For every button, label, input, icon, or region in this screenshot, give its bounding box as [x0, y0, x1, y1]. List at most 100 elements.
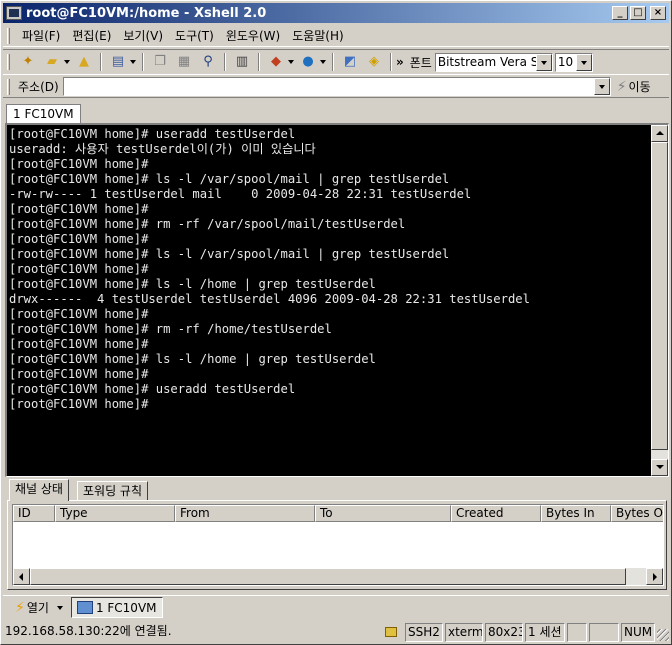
menu-window[interactable]: 윈도우(W) [220, 27, 286, 44]
taskbar-session-fc10vm[interactable]: 1 FC10VM [70, 597, 163, 618]
find-icon: ⚲ [203, 54, 213, 69]
font-size-value: 10 [557, 55, 574, 69]
chevron-down-icon [320, 60, 326, 64]
globe-button[interactable]: ● [298, 53, 326, 71]
terminal-vertical-scrollbar[interactable] [651, 125, 668, 476]
column-to[interactable]: To [315, 505, 451, 522]
transfer-button[interactable]: ◆ [266, 53, 294, 71]
monitor-icon [76, 601, 93, 614]
maximize-button[interactable]: □ [630, 6, 646, 20]
compose-icon: ◩ [343, 54, 357, 69]
column-created[interactable]: Created [451, 505, 541, 522]
scroll-left-button[interactable] [13, 568, 30, 585]
terminal-area[interactable]: [root@FC10VM home]# useradd testUserdel u… [5, 123, 669, 477]
terminal-line: [root@FC10VM home]# [9, 397, 149, 411]
list-header: ID Type From To Created Bytes In Bytes O [13, 505, 663, 522]
scroll-down-button[interactable] [651, 459, 668, 476]
column-type[interactable]: Type [55, 505, 175, 522]
scroll-thumb[interactable] [651, 142, 668, 450]
terminal-line: [root@FC10VM home]# ls -l /home | grep t… [9, 352, 376, 366]
properties-button[interactable]: ▤ [108, 53, 136, 71]
transfer-icon: ◆ [271, 54, 281, 69]
print-icon: ▥ [235, 54, 249, 69]
scroll-up-button[interactable] [651, 125, 668, 142]
reconnect-button[interactable]: ▲ [74, 53, 94, 71]
scroll-right-button[interactable] [646, 568, 663, 585]
address-label: 주소(D) [18, 80, 59, 94]
address-bar: 주소(D) ⚡ 이동 [3, 76, 669, 98]
column-from[interactable]: From [175, 505, 315, 522]
go-label: 이동 [628, 80, 651, 94]
chevron-down-icon[interactable] [535, 53, 552, 71]
list-horizontal-scrollbar[interactable] [13, 568, 663, 585]
font-name-value: Bitstream Vera S: [437, 55, 536, 69]
compose-button[interactable]: ◩ [340, 53, 360, 71]
title-bar[interactable]: root@FC10VM:/home - Xshell 2.0 _ □ × [3, 3, 669, 23]
find-button[interactable]: ⚲ [198, 53, 218, 71]
new-session-button[interactable]: ✦ [18, 53, 38, 71]
menu-tools[interactable]: 도구(T) [169, 27, 220, 44]
open-folder-icon: ▰ [47, 54, 57, 69]
globe-icon: ● [302, 54, 314, 69]
menu-file[interactable]: 파일(F) [16, 27, 66, 44]
key-button[interactable]: ◈ [364, 53, 384, 71]
copy-button[interactable]: ❐ [150, 53, 170, 71]
terminal-line: [root@FC10VM home]# rm -rf /var/spool/ma… [9, 217, 406, 231]
terminal-line: [root@FC10VM home]# ls -l /home | grep t… [9, 277, 376, 291]
lock-indicator [383, 623, 403, 642]
open-session-button[interactable]: ⚡ 열기 [15, 599, 63, 616]
chevron-down-icon [288, 60, 294, 64]
toolbar-separator [142, 53, 144, 71]
copy-icon: ❐ [154, 54, 166, 69]
xshell-window: root@FC10VM:/home - Xshell 2.0 _ □ × 파일(… [0, 0, 672, 645]
chevron-down-icon[interactable] [575, 53, 592, 71]
channel-panel: 채널 상태 포워딩 규칙 ID Type From To Created Byt… [5, 479, 669, 591]
menu-view[interactable]: 보기(V) [117, 27, 169, 44]
channel-list[interactable]: ID Type From To Created Bytes In Bytes O [12, 504, 664, 586]
tab-channel-status[interactable]: 채널 상태 [9, 479, 69, 501]
terminal-line: [root@FC10VM home]# [9, 367, 149, 381]
window-title: root@FC10VM:/home - Xshell 2.0 [26, 5, 267, 21]
terminal-line: [root@FC10VM home]# [9, 157, 149, 171]
go-button[interactable]: ⚡ 이동 [617, 78, 651, 95]
open-button[interactable]: ▰ [42, 53, 70, 71]
toolbar-grip[interactable] [7, 54, 10, 70]
print-button[interactable]: ▥ [232, 53, 252, 71]
terminal-output[interactable]: [root@FC10VM home]# useradd testUserdel u… [9, 127, 649, 412]
terminal-line: drwx------ 4 testUserdel testUserdel 409… [9, 292, 530, 306]
properties-icon: ▤ [111, 54, 125, 69]
close-button[interactable]: × [650, 6, 666, 20]
column-bytes-out[interactable]: Bytes O [611, 505, 663, 522]
taskbar-session-label: 1 FC10VM [95, 600, 157, 615]
status-bar: 192.168.58.130:22에 연결됨. SSH2 xterm 80x23… [3, 621, 669, 643]
column-id[interactable]: ID [13, 505, 55, 522]
column-bytes-in[interactable]: Bytes In [541, 505, 611, 522]
status-terminal-size: 80x23 [485, 622, 523, 642]
chevron-down-icon[interactable] [593, 78, 610, 95]
terminal-line: [root@FC10VM home]# ls -l /var/spool/mai… [9, 247, 450, 261]
chevron-down-icon[interactable] [56, 605, 63, 610]
menu-edit[interactable]: 편집(E) [66, 27, 117, 44]
menubar-grip[interactable] [7, 27, 10, 44]
open-label: 열기 [26, 601, 49, 615]
tab-forwarding-rules[interactable]: 포워딩 규칙 [77, 481, 149, 501]
paste-button[interactable]: ▦ [174, 53, 194, 71]
menu-help[interactable]: 도움말(H) [286, 27, 350, 44]
chevron-down-icon [130, 60, 136, 64]
toolbar-overflow[interactable]: » [396, 55, 404, 69]
terminal-line: -rw-rw---- 1 testUserdel mail 0 2009-04-… [9, 187, 472, 201]
status-num-lock: NUM [621, 622, 655, 642]
resize-grip[interactable] [657, 629, 669, 641]
terminal-line: [root@FC10VM home]# [9, 307, 149, 321]
menu-bar: 파일(F) 편집(E) 보기(V) 도구(T) 윈도우(W) 도움말(H) [3, 25, 669, 47]
xshell-app-icon[interactable] [6, 6, 22, 20]
scroll-thumb-horizontal[interactable] [30, 568, 626, 585]
status-protocol: SSH2 [405, 622, 443, 642]
font-name-select[interactable]: Bitstream Vera S: [434, 52, 553, 72]
address-input[interactable] [62, 77, 611, 96]
minimize-button[interactable]: _ [612, 6, 628, 20]
font-size-select[interactable]: 10 [554, 52, 593, 72]
session-tab-fc10vm[interactable]: 1 FC10VM [6, 104, 81, 123]
addressbar-grip[interactable] [7, 78, 10, 95]
terminal-line: [root@FC10VM home]# [9, 337, 149, 351]
